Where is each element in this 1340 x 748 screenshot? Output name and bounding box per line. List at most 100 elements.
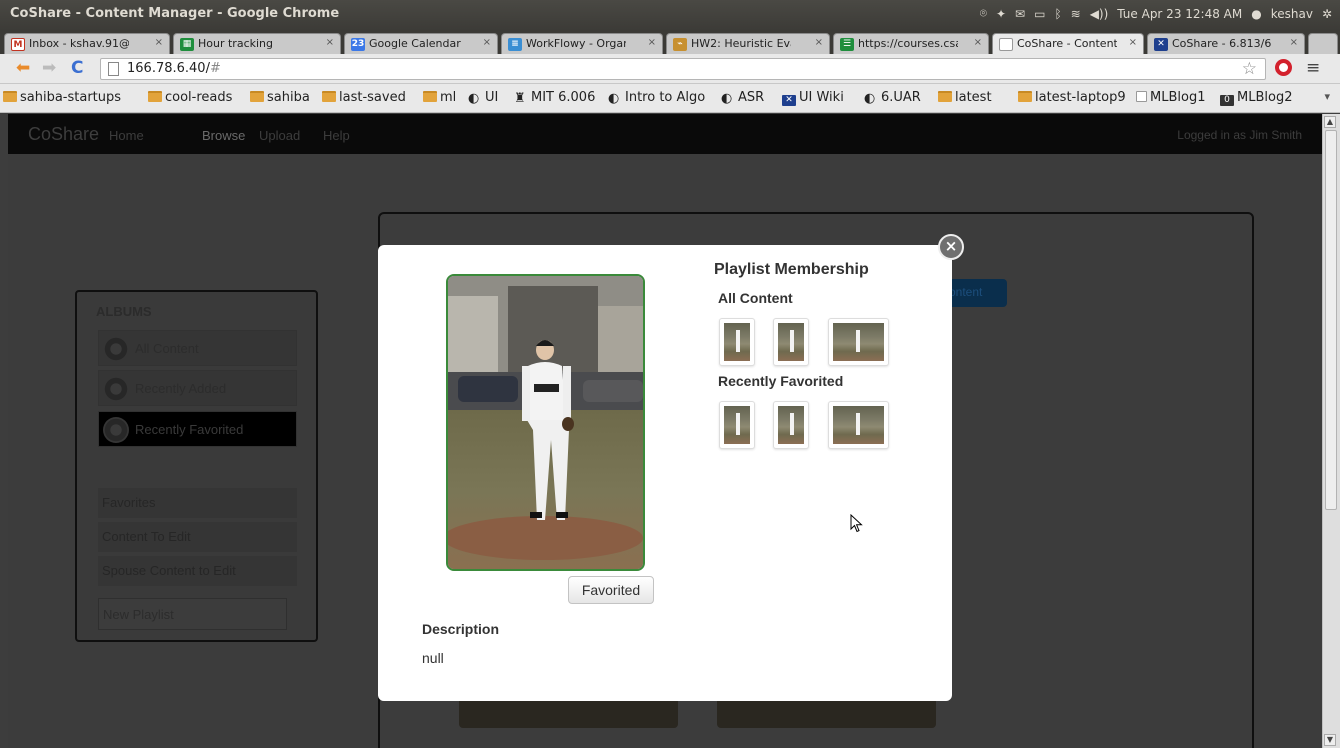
menu-icon[interactable]: ≡ xyxy=(1306,58,1320,78)
tab-hw2[interactable]: ⌁ HW2: Heuristic Evalu × xyxy=(666,33,830,54)
mail-icon[interactable]: ✉ xyxy=(1015,7,1025,21)
playlist-membership-heading: Playlist Membership xyxy=(714,261,869,278)
wiki-icon: ✕ xyxy=(1154,38,1168,51)
playlist-thumbnail[interactable] xyxy=(719,401,755,449)
bookmark-star-icon[interactable]: ☆ xyxy=(1242,59,1257,79)
close-icon[interactable]: × xyxy=(326,37,334,48)
address-bar[interactable]: 166.78.6.40/# ☆ xyxy=(100,58,1266,80)
bookmark-link[interactable]: ◐ 6.UAR xyxy=(864,90,921,106)
album-recently-favorited[interactable]: Recently Favorited xyxy=(98,411,297,447)
folder-icon xyxy=(148,91,162,102)
clock[interactable]: Tue Apr 23 12:48 AM xyxy=(1117,7,1242,21)
playlist-thumbnail[interactable] xyxy=(773,401,809,449)
bookmark-label: MLBlog2 xyxy=(1237,90,1293,105)
network-icon[interactable]: ⌾ xyxy=(980,6,987,21)
bookmark-label: UI xyxy=(485,90,499,105)
settings-gear-icon[interactable]: ✲ xyxy=(1322,7,1332,21)
close-icon[interactable]: × xyxy=(155,37,163,48)
bookmark-link[interactable]: ◐ Intro to Algo xyxy=(608,90,705,106)
tab-coshare-wiki[interactable]: ✕ CoShare - 6.813/6.83 × xyxy=(1147,33,1305,54)
close-icon[interactable]: × xyxy=(1129,37,1137,48)
close-icon[interactable]: × xyxy=(648,37,656,48)
scrollbar-thumb[interactable] xyxy=(1325,130,1337,510)
bookmark-folder[interactable]: ml xyxy=(423,90,456,105)
bookmark-folder[interactable]: latest-laptop9 xyxy=(1018,90,1126,105)
playlist-thumbnail[interactable] xyxy=(773,318,809,366)
album-all-content[interactable]: All Content xyxy=(98,330,297,366)
close-icon[interactable]: × xyxy=(483,37,491,48)
modal-close-icon[interactable]: × xyxy=(938,234,964,260)
bookmark-folder[interactable]: sahiba xyxy=(250,90,310,105)
back-arrow-icon[interactable]: ⬅ xyxy=(16,59,30,77)
nav-help[interactable]: Help xyxy=(323,128,350,143)
dropbox-icon[interactable]: ✦ xyxy=(996,7,1006,21)
bookmark-link[interactable]: 0 MLBlog2 xyxy=(1220,90,1292,106)
bookmark-folder[interactable]: cool-reads xyxy=(148,90,232,105)
tab-inbox[interactable]: M Inbox - kshav.91@gn × xyxy=(4,33,170,54)
content-action-button[interactable]: ontent xyxy=(945,279,1007,307)
albums-panel: ALBUMS All Content Recently Added Recent… xyxy=(75,290,318,642)
folder-icon xyxy=(1018,91,1032,102)
bookmark-folder[interactable]: sahiba-startups xyxy=(3,90,121,105)
close-icon[interactable]: × xyxy=(1290,37,1298,48)
bookmark-label: last-saved xyxy=(339,90,406,105)
tab-workflowy[interactable]: ≡ WorkFlowy - Organiz × xyxy=(501,33,663,54)
playlist-thumbnail[interactable] xyxy=(828,401,889,449)
tab-coshare-content[interactable]: CoShare - Content M × xyxy=(992,33,1144,55)
playlist-favorites[interactable]: Favorites xyxy=(98,488,297,518)
bluetooth-icon[interactable]: ᛒ xyxy=(1054,7,1061,21)
bookmark-folder[interactable]: last-saved xyxy=(322,90,406,105)
wifi-icon[interactable]: ≋ xyxy=(1071,7,1081,21)
volume-icon[interactable]: ◀)) xyxy=(1090,7,1109,21)
nav-home[interactable]: Home xyxy=(109,128,144,143)
tab-courses-csail[interactable]: ☰ https://courses.csail × xyxy=(833,33,989,54)
calendar-icon: 23 xyxy=(351,38,365,51)
album-recently-added[interactable]: Recently Added xyxy=(98,370,297,406)
window-title: CoShare - Content Manager - Google Chrom… xyxy=(10,6,340,21)
albums-heading: ALBUMS xyxy=(96,304,152,319)
extension-icon[interactable] xyxy=(1275,59,1292,76)
nav-upload[interactable]: Upload xyxy=(259,128,300,143)
bookmark-label: sahiba-startups xyxy=(20,90,122,105)
bookmark-link[interactable]: ◐ UI xyxy=(468,90,499,106)
playlist-thumbnail[interactable] xyxy=(828,318,889,366)
playlist-spouse-content[interactable]: Spouse Content to Edit xyxy=(98,556,297,586)
bookmark-link[interactable]: ♜ MIT 6.006 xyxy=(514,90,595,106)
tab-google-calendar[interactable]: 23 Google Calendar × xyxy=(344,33,498,54)
forward-arrow-icon[interactable]: ➡ xyxy=(42,59,56,77)
bookmark-folder[interactable]: latest xyxy=(938,90,992,105)
bookmark-label: ASR xyxy=(738,90,765,105)
tab-hour-tracking[interactable]: ▦ Hour tracking × xyxy=(173,33,341,54)
nav-browse[interactable]: Browse xyxy=(202,128,245,143)
folder-icon xyxy=(423,91,437,102)
baseball-pitcher-image xyxy=(448,276,643,569)
workflowy-icon: ≡ xyxy=(508,38,522,51)
playlist-thumbnail[interactable] xyxy=(719,318,755,366)
bookmarks-overflow-chevron-icon[interactable]: ▾ xyxy=(1324,90,1330,103)
scroll-down-arrow-icon[interactable]: ▼ xyxy=(1324,734,1336,746)
battery-icon[interactable]: ▭ xyxy=(1034,7,1045,21)
user-name[interactable]: keshav xyxy=(1271,7,1313,21)
bookmark-link[interactable]: ◐ ASR xyxy=(721,90,765,106)
tab-label: CoShare - Content M xyxy=(1017,37,1117,50)
scroll-up-arrow-icon[interactable]: ▲ xyxy=(1324,116,1336,128)
bookmark-link[interactable]: MLBlog1 xyxy=(1136,90,1205,105)
folder-icon xyxy=(3,91,17,102)
new-playlist-input[interactable]: New Playlist xyxy=(98,598,287,630)
reload-icon[interactable]: C xyxy=(71,59,83,77)
favorited-button[interactable]: Favorited xyxy=(568,576,654,604)
bookmark-logo-icon: ◐ xyxy=(864,91,876,106)
folder-icon xyxy=(322,91,336,102)
close-icon[interactable]: × xyxy=(974,37,982,48)
user-icon: ● xyxy=(1251,6,1262,21)
thumbnail-image xyxy=(833,406,884,444)
bookmark-link[interactable]: ✕ UI Wiki xyxy=(782,90,844,106)
logged-in-status: Logged in as Jim Smith xyxy=(1177,128,1302,142)
bookmark-label: MLBlog1 xyxy=(1150,90,1206,105)
playlist-content-to-edit[interactable]: Content To Edit xyxy=(98,522,297,552)
app-brand[interactable]: CoShare xyxy=(28,124,99,145)
close-icon[interactable]: × xyxy=(815,37,823,48)
new-tab-button[interactable] xyxy=(1308,33,1338,54)
page-icon xyxy=(108,62,119,76)
sheets-icon: ▦ xyxy=(180,38,194,51)
